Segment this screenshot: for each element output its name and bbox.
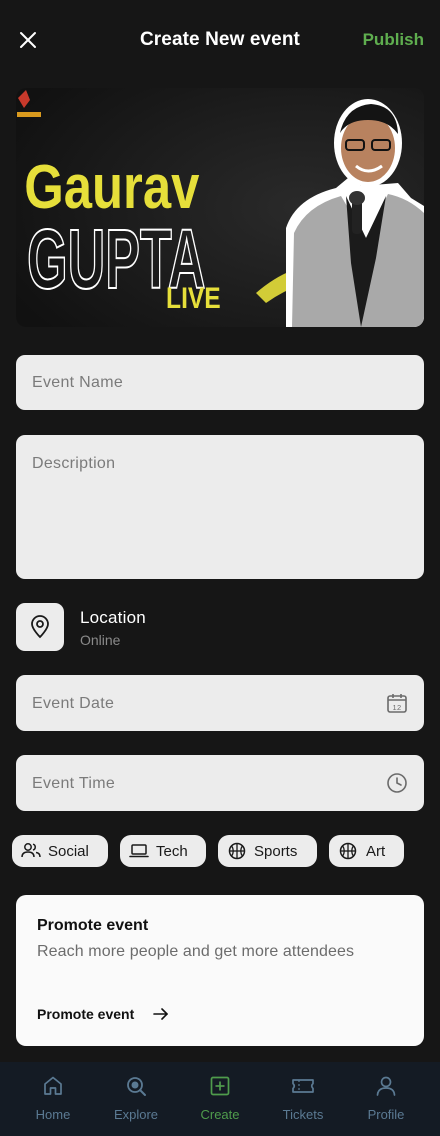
category-label: Sports — [254, 843, 298, 860]
event-date-input[interactable]: Event Date 12 — [16, 675, 424, 731]
event-time-input[interactable]: Event Time — [16, 755, 424, 811]
description-placeholder: Description — [32, 455, 116, 472]
nav-tickets[interactable]: Tickets — [263, 1062, 343, 1136]
publish-button[interactable]: Publish — [363, 30, 424, 50]
event-name-placeholder: Event Name — [32, 374, 124, 391]
location-button[interactable] — [16, 603, 64, 651]
description-input[interactable]: Description — [16, 435, 424, 579]
nav-label: Explore — [113, 1107, 159, 1122]
laptop-icon — [129, 844, 149, 858]
nav-label: Home — [35, 1107, 71, 1122]
event-time-placeholder: Event Time — [32, 775, 116, 792]
nav-home[interactable]: Home — [13, 1062, 93, 1136]
location-pin-icon — [31, 615, 49, 639]
category-chip-social[interactable]: Social — [12, 835, 108, 867]
category-chip-sports[interactable]: Sports — [218, 835, 317, 867]
basketball-icon — [228, 842, 246, 860]
profile-icon — [376, 1076, 396, 1096]
category-chip-art[interactable]: Art — [329, 835, 404, 867]
svg-text:12: 12 — [393, 703, 402, 712]
people-icon — [21, 843, 41, 858]
create-icon — [210, 1076, 230, 1096]
nav-create[interactable]: Create — [180, 1062, 260, 1136]
location-title: Location — [80, 608, 146, 627]
nav-label: Create — [200, 1107, 240, 1122]
location-value: Online — [80, 632, 121, 648]
top-bar: Create New event Publish — [0, 0, 440, 80]
promote-subtitle: Reach more people and get more attendees — [37, 943, 355, 960]
category-label: Social — [48, 843, 89, 860]
clock-icon — [387, 773, 407, 793]
banner-live-tag: LIVE — [166, 281, 221, 315]
calendar-icon: 12 — [387, 694, 407, 713]
promote-title: Promote event — [37, 917, 149, 934]
event-name-input[interactable]: Event Name — [16, 355, 424, 410]
category-label: Tech — [156, 843, 188, 860]
category-label: Art — [366, 843, 386, 860]
home-icon — [44, 1076, 62, 1095]
event-cover-image[interactable]: Gaurav GUPTA LIVE — [16, 88, 424, 327]
category-chip-tech[interactable]: Tech — [120, 835, 206, 867]
bottom-navigation: Home Explore Create Tickets Profile — [0, 1062, 440, 1136]
create-event-screen: Create New event Publish Gaurav GUPTA LI… — [0, 0, 440, 1136]
ticket-icon — [292, 1079, 314, 1093]
promote-event-link[interactable]: Promote event — [37, 1006, 134, 1022]
arrow-right-icon[interactable] — [152, 1006, 170, 1022]
promote-event-card: Promote event Reach more people and get … — [16, 895, 424, 1046]
nav-label: Tickets — [282, 1107, 324, 1122]
nav-label: Profile — [367, 1107, 405, 1122]
nav-profile[interactable]: Profile — [346, 1062, 426, 1136]
basketball-icon — [339, 842, 357, 860]
explore-icon — [127, 1077, 146, 1096]
nav-explore[interactable]: Explore — [96, 1062, 176, 1136]
event-date-placeholder: Event Date — [32, 695, 115, 712]
